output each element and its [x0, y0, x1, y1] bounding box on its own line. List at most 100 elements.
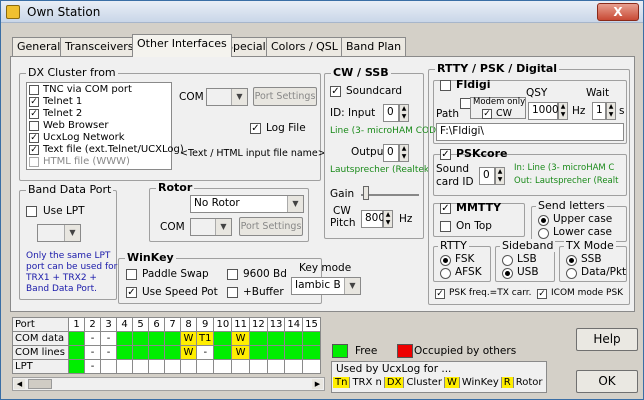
cw-pitch-field[interactable]: 800 — [361, 210, 385, 228]
upper-case-radio[interactable] — [538, 215, 549, 226]
paddle-swap-checkbox[interactable] — [126, 269, 137, 280]
port-cell — [164, 331, 181, 346]
soundcard-checkbox[interactable]: ✓ — [330, 86, 341, 97]
cw-pitch-spinner[interactable]: ▲ ▼ — [383, 210, 393, 228]
help-button[interactable]: Help — [576, 328, 638, 351]
wait-field[interactable]: 1 — [592, 102, 606, 120]
port-column-header: 12 — [248, 317, 268, 332]
psk-freq-checkbox[interactable]: ✓ — [435, 289, 445, 299]
chevron-down-icon: ▼ — [215, 219, 231, 235]
use-speed-pot-checkbox[interactable]: ✓ — [126, 287, 137, 298]
fsk-radio[interactable] — [440, 255, 451, 266]
fldigi-path-field[interactable]: F:\Fldigi\ — [436, 123, 624, 141]
ok-button[interactable]: OK — [576, 370, 638, 393]
checkbox[interactable] — [29, 121, 39, 131]
use-speed-pot-label: Use Speed Pot — [142, 286, 218, 298]
port-cell: - — [195, 345, 215, 360]
dx-port-settings-button[interactable]: Port Settings — [253, 87, 317, 106]
rotor-port-settings-button[interactable]: Port Settings — [239, 217, 303, 236]
pskcore-checkbox[interactable]: ✓ — [440, 149, 451, 160]
sound-card-id-field[interactable]: 0 — [479, 167, 495, 185]
log-file-checkbox[interactable]: ✓ — [250, 123, 261, 134]
gain-slider-track[interactable] — [361, 194, 419, 196]
checkbox[interactable] — [29, 157, 39, 167]
gain-slider-handle[interactable] — [363, 186, 369, 200]
afsk-radio[interactable] — [440, 268, 451, 279]
output-spinner[interactable]: ▲ ▼ — [399, 144, 409, 162]
sound-card-id-spinner[interactable]: ▲ ▼ — [495, 167, 505, 185]
cw-label: CW — [496, 108, 513, 119]
port-column-header: 4 — [116, 317, 133, 332]
fldigi-checkbox[interactable] — [440, 80, 451, 91]
tab-band-plan[interactable]: Band Plan — [341, 37, 407, 56]
port-cell — [116, 359, 133, 374]
rotor-com-select[interactable]: ▼ — [190, 218, 232, 236]
on-top-checkbox[interactable] — [440, 221, 451, 232]
icom-mode-checkbox[interactable]: ✓ — [537, 289, 547, 299]
port-cell — [284, 359, 304, 374]
output-field[interactable]: 0 — [383, 144, 399, 162]
chevron-down-icon: ▼ — [231, 89, 247, 105]
port-cell — [195, 359, 215, 374]
tab-general[interactable]: General — [12, 37, 66, 56]
ports-table: Port 1 2 3 4 5 6 7 8 9 10 11 12 13 14 15… — [12, 317, 321, 374]
port-column-header: 2 — [84, 317, 101, 332]
port-cell: - — [84, 345, 101, 360]
buffer-checkbox[interactable] — [227, 287, 238, 298]
tab-transceivers[interactable]: Transceivers — [60, 37, 139, 56]
sideband-group: Sideband LSB USB — [495, 239, 556, 282]
port-column-header: 3 — [100, 317, 117, 332]
rotor-select[interactable]: No Rotor ▼ — [190, 195, 304, 213]
code-r: R — [501, 377, 514, 388]
use-lpt-checkbox[interactable] — [26, 206, 37, 217]
usb-radio[interactable] — [502, 268, 513, 279]
ssb-radio[interactable] — [566, 255, 577, 266]
baud-9600-checkbox[interactable] — [227, 269, 238, 280]
checkbox[interactable]: ✓ — [29, 145, 39, 155]
lpt-select[interactable]: ▼ — [37, 224, 81, 242]
scroll-left-icon[interactable]: ◀ — [14, 379, 25, 389]
lsb-label: LSB — [517, 253, 537, 265]
dx-com-select[interactable]: ▼ — [206, 88, 248, 106]
dx-cluster-source-list[interactable]: TNC via COM port ✓ Telnet 1 ✓ Telnet 2 Web… — [26, 82, 184, 170]
port-cell — [248, 331, 268, 346]
close-button[interactable]: X — [597, 3, 639, 21]
port-cell — [213, 345, 233, 360]
port-cell — [116, 345, 133, 360]
text-input-file-field[interactable]: <Text / HTML input file name> — [180, 148, 326, 159]
rtty-psk-group: RTTY / PSK / Digital Fldigi QSY Wait Mod… — [428, 62, 630, 305]
lower-case-radio[interactable] — [538, 228, 549, 239]
port-cell: W — [180, 345, 197, 360]
port-cell — [302, 359, 321, 374]
port-cell — [68, 331, 85, 346]
own-station-window: Own Station X General Transceivers Other… — [0, 0, 644, 400]
lsb-radio[interactable] — [502, 255, 513, 266]
id-input-field[interactable]: 0 — [383, 104, 399, 122]
rtty-psk-title: RTTY / PSK / Digital — [435, 62, 560, 75]
mmtty-checkbox[interactable]: ✓ — [440, 203, 451, 214]
datapkt-radio[interactable] — [566, 268, 577, 279]
path-label: Path — [436, 108, 460, 120]
scroll-right-icon[interactable]: ▶ — [312, 379, 323, 389]
scroll-thumb[interactable] — [28, 379, 52, 389]
tab-colors-qsl[interactable]: Colors / QSL — [266, 37, 343, 56]
port-cell — [164, 359, 181, 374]
checkbox[interactable]: ✓ — [29, 97, 39, 107]
cw-checkbox[interactable]: ✓ — [482, 109, 492, 119]
qsy-spinner[interactable]: ▲ ▼ — [558, 102, 568, 120]
occupied-legend-label: Occupied by others — [414, 345, 517, 357]
port-cell — [68, 345, 85, 360]
checkbox[interactable] — [29, 85, 39, 95]
ports-horizontal-scrollbar[interactable]: ◀ ▶ — [12, 377, 325, 391]
qsy-field[interactable]: 1000 — [528, 102, 559, 120]
tab-other-interfaces[interactable]: Other Interfaces — [132, 34, 232, 57]
id-input-spinner[interactable]: ▲ ▼ — [399, 104, 409, 122]
code-dx: DX — [384, 377, 405, 388]
port-column-header: 11 — [231, 317, 250, 332]
port-cell — [302, 331, 321, 346]
checkbox[interactable]: ✓ — [29, 133, 39, 143]
key-mode-select[interactable]: Iambic B ▼ — [291, 277, 361, 295]
checkbox[interactable]: ✓ — [29, 109, 39, 119]
chevron-down-icon: ▼ — [287, 196, 303, 212]
wait-spinner[interactable]: ▲ ▼ — [606, 102, 616, 120]
